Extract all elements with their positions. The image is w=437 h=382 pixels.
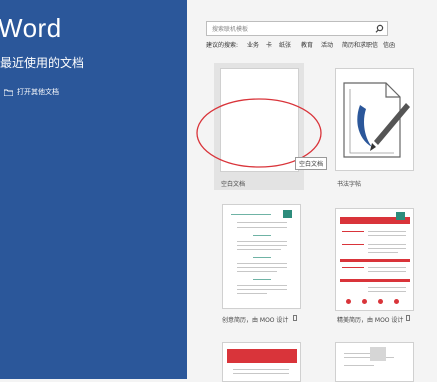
suggested-resume[interactable]: 简历和求职信	[342, 40, 378, 49]
suggested-card[interactable]: 卡	[266, 40, 272, 49]
template-partial-1[interactable]	[222, 342, 301, 382]
moo-logo	[396, 212, 405, 220]
recent-documents-title: 最近使用的文档	[0, 56, 85, 70]
search-input[interactable]: 搜索联机模板	[212, 24, 248, 33]
blank-document-tooltip: 空白文档	[295, 157, 328, 170]
calligraphy-template[interactable]	[335, 68, 414, 171]
sidebar: Word 最近使用的文档 打开其他文档	[0, 0, 187, 379]
template-partial-2[interactable]	[335, 342, 414, 382]
elegant-resume-template[interactable]	[335, 208, 414, 311]
pin-icon[interactable]	[406, 315, 410, 321]
open-other-label: 打开其他文档	[17, 88, 59, 96]
suggested-business[interactable]: 业务	[247, 40, 259, 49]
suggested-letter[interactable]: 信函	[383, 40, 395, 49]
pin-icon[interactable]	[293, 315, 297, 321]
suggested-event[interactable]: 活动	[321, 40, 333, 49]
calligraphy-icon	[343, 82, 410, 158]
search-icon[interactable]	[375, 24, 384, 33]
creative-resume-label: 创意简历，由 MOO 设计	[222, 317, 289, 324]
creative-resume-template[interactable]	[222, 204, 301, 309]
suggested-paper[interactable]: 纸张	[279, 40, 291, 49]
search-box[interactable]: 搜索联机模板	[206, 21, 388, 36]
suggested-education[interactable]: 教育	[301, 40, 313, 49]
folder-icon	[4, 89, 13, 96]
app-title: Word	[0, 13, 62, 43]
suggested-searches-label: 建议的搜索:	[206, 42, 239, 49]
moo-logo	[283, 210, 292, 218]
elegant-resume-label: 精美简历，由 MOO 设计	[337, 317, 404, 324]
calligraphy-label: 书法字帖	[337, 181, 362, 188]
open-other-documents[interactable]: 打开其他文档	[4, 87, 59, 97]
blank-document-label: 空白文档	[221, 181, 246, 188]
